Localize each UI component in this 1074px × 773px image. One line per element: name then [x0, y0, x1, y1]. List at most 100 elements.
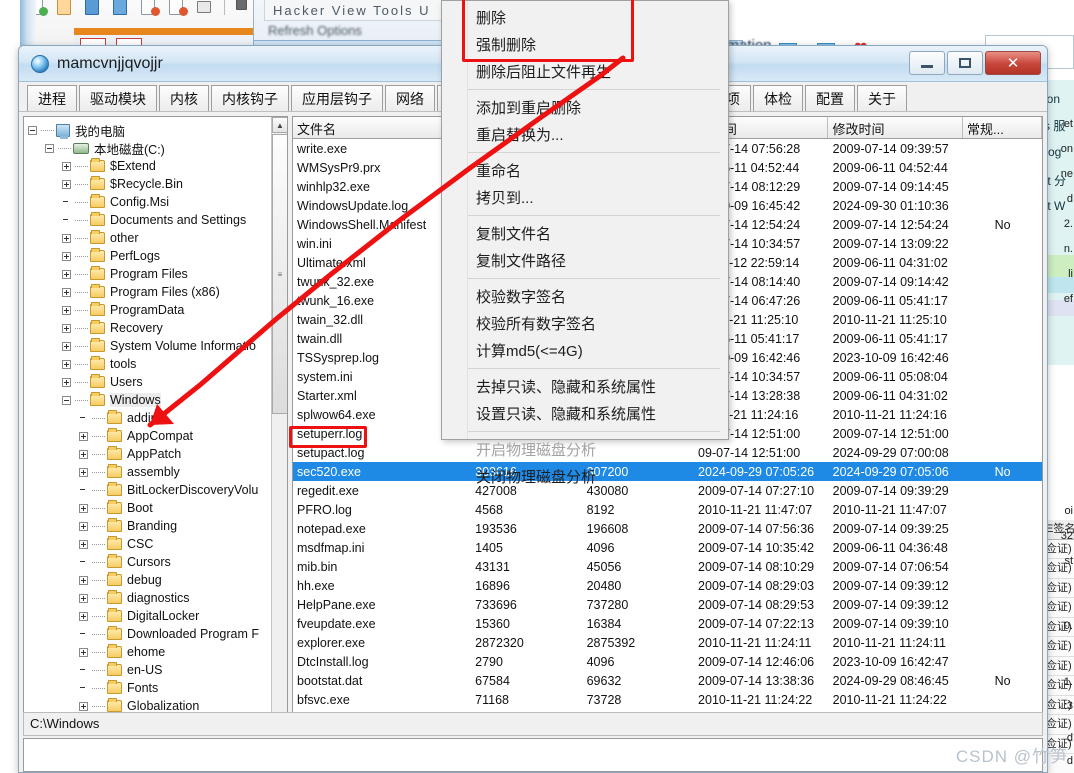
- tree-node-boot[interactable]: Boot: [28, 499, 271, 517]
- tree-node-system-volume-informatio[interactable]: System Volume Informatio: [28, 337, 271, 355]
- tree-node-digitallocker[interactable]: DigitalLocker: [28, 607, 271, 625]
- window-controls[interactable]: ✕: [909, 51, 1041, 75]
- tree-node--extend[interactable]: $Extend: [28, 157, 271, 175]
- expand-icon[interactable]: [62, 323, 71, 333]
- expand-icon[interactable]: [62, 179, 71, 189]
- expand-icon[interactable]: [62, 233, 71, 243]
- tree-node-debug[interactable]: debug: [28, 571, 271, 589]
- tree-node-ehome[interactable]: ehome: [28, 643, 271, 661]
- tree-node-recovery[interactable]: Recovery: [28, 319, 271, 337]
- tree-node-other[interactable]: other: [28, 229, 271, 247]
- tree-node-appcompat[interactable]: AppCompat: [28, 427, 271, 445]
- maximize-button[interactable]: [947, 51, 983, 75]
- process-hacker-toolbar[interactable]: Refresh Options: [264, 23, 362, 38]
- expand-icon[interactable]: [79, 449, 88, 459]
- expand-icon[interactable]: [79, 701, 88, 711]
- context-menu-item-删除后阻止文件再生[interactable]: 删除后阻止文件再生: [442, 58, 728, 85]
- tab-network[interactable]: 网络: [385, 85, 435, 111]
- expand-icon[interactable]: [79, 647, 88, 657]
- expand-icon[interactable]: [79, 431, 88, 441]
- tree-node-program-files[interactable]: Program Files: [28, 265, 271, 283]
- expand-icon[interactable]: [79, 539, 88, 549]
- table-row[interactable]: mib.bin 43131 45056 2009-07-14 08:10:29 2009…: [293, 557, 1042, 576]
- table-row[interactable]: DtcInstall.log 2790 4096 2009-07-14 12:46:0…: [293, 652, 1042, 671]
- save-all-icon[interactable]: [109, 0, 133, 17]
- collapse-icon[interactable]: [62, 395, 71, 405]
- cert-grid-row[interactable]: 佥证): [1045, 579, 1074, 598]
- context-menu-item-添加到重启删除[interactable]: 添加到重启删除: [442, 94, 728, 121]
- context-menu-item-设置只读隐藏和系统属性[interactable]: 设置只读、隐藏和系统属性: [442, 400, 728, 427]
- expand-icon[interactable]: [62, 359, 71, 369]
- tree-node-programdata[interactable]: ProgramData: [28, 301, 271, 319]
- close-button[interactable]: ✕: [985, 51, 1041, 75]
- save-file-icon[interactable]: [81, 0, 105, 17]
- tree-node-apppatch[interactable]: AppPatch: [28, 445, 271, 463]
- context-menu-item-复制文件路径[interactable]: 复制文件路径: [442, 247, 728, 274]
- expand-icon[interactable]: [79, 521, 88, 531]
- table-row[interactable]: HelpPane.exe 733696 737280 2009-07-14 08:29…: [293, 595, 1042, 614]
- table-row[interactable]: bootstat.dat 67584 69632 2009-07-14 13:38:3…: [293, 671, 1042, 690]
- process-hacker-menu-bar[interactable]: Hacker View Tools U: [264, 0, 468, 21]
- tab-driver-modules[interactable]: 驱动模块: [79, 85, 157, 111]
- tree-node-bitlockerdiscoveryvolu[interactable]: BitLockerDiscoveryVolu: [28, 481, 271, 499]
- tree-node-windows[interactable]: Windows: [28, 391, 271, 409]
- column-header-modified[interactable]: 修改时间: [828, 117, 963, 138]
- table-row[interactable]: explorer.exe 2872320 2875392 2010-11-21 11:…: [293, 633, 1042, 652]
- tree-node-cursors[interactable]: Cursors: [28, 553, 271, 571]
- table-row[interactable]: bfsvc.exe 71168 73728 2010-11-21 11:24:22 20…: [293, 690, 1042, 709]
- tab-processes[interactable]: 进程: [27, 85, 77, 111]
- context-menu-item-删除[interactable]: 删除: [442, 4, 728, 31]
- collapse-icon[interactable]: [45, 143, 54, 153]
- tab-about[interactable]: 关于: [857, 85, 907, 111]
- tab-usermode-hooks[interactable]: 应用层钩子: [291, 85, 383, 111]
- bottom-output-box[interactable]: [23, 738, 1043, 772]
- expand-icon[interactable]: [62, 251, 71, 261]
- context-menu-item-重启替换为[interactable]: 重启替换为...: [442, 121, 728, 148]
- tree-node-perflogs[interactable]: PerfLogs: [28, 247, 271, 265]
- context-menu-item-去掉只读隐藏和系统属性[interactable]: 去掉只读、隐藏和系统属性: [442, 373, 728, 400]
- context-menu-item-重命名[interactable]: 重命名: [442, 157, 728, 184]
- tree-node-csc[interactable]: CSC: [28, 535, 271, 553]
- context-menu-item-强制删除[interactable]: 强制删除: [442, 31, 728, 58]
- folder-tree-panel[interactable]: 我的电脑 本地磁盘(C:) $Extend $Recycle.Bin Config.Ms…: [23, 116, 288, 734]
- tree-node-my-computer[interactable]: 我的电脑: [28, 121, 271, 139]
- collapse-icon[interactable]: [28, 125, 37, 135]
- expand-icon[interactable]: [62, 377, 71, 387]
- tree-node-en-us[interactable]: en-US: [28, 661, 271, 679]
- cert-grid-row[interactable]: 佥证): [1045, 637, 1074, 657]
- cert-grid-row[interactable]: 佥证): [1045, 657, 1074, 676]
- tree-node-diagnostics[interactable]: diagnostics: [28, 589, 271, 607]
- expand-icon[interactable]: [62, 287, 71, 297]
- close-file-icon[interactable]: [137, 0, 161, 17]
- context-menu-item-校验数字签名[interactable]: 校验数字签名: [442, 283, 728, 310]
- expand-icon[interactable]: [79, 575, 88, 585]
- expand-icon[interactable]: [62, 269, 71, 279]
- tree-node-downloaded-program-f[interactable]: Downloaded Program F: [28, 625, 271, 643]
- open-file-icon[interactable]: [53, 0, 77, 17]
- tree-node-tools[interactable]: tools: [28, 355, 271, 373]
- editor-toolbar[interactable]: [25, 0, 256, 17]
- context-menu-item-计算md54G[interactable]: 计算md5(<=4G): [442, 337, 728, 364]
- context-menu-item-复制文件名[interactable]: 复制文件名: [442, 220, 728, 247]
- tree-node-addins[interactable]: addins: [28, 409, 271, 427]
- tree-node-program-files-x86-[interactable]: Program Files (x86): [28, 283, 271, 301]
- tree-node-assembly[interactable]: assembly: [28, 463, 271, 481]
- context-menu-item-校验所有数字签名[interactable]: 校验所有数字签名: [442, 310, 728, 337]
- close-all-icon[interactable]: [165, 0, 189, 17]
- tab-config[interactable]: 配置: [805, 85, 855, 111]
- expand-icon[interactable]: [62, 161, 71, 171]
- table-row[interactable]: fveupdate.exe 15360 16384 2009-07-14 07:22:…: [293, 614, 1042, 633]
- tree-node-documents-and-settings[interactable]: Documents and Settings: [28, 211, 271, 229]
- expand-icon[interactable]: [62, 341, 71, 351]
- tree-scroll-thumb[interactable]: ≡: [272, 134, 287, 414]
- expand-icon[interactable]: [79, 611, 88, 621]
- tab-kernel[interactable]: 内核: [159, 85, 209, 111]
- file-context-menu[interactable]: 删除 强制删除 删除后阻止文件再生 添加到重启删除 重启替换为... 重命名 拷贝到... 复…: [441, 0, 729, 486]
- context-menu-item-拷贝到[interactable]: 拷贝到...: [442, 184, 728, 211]
- expand-icon[interactable]: [79, 503, 88, 513]
- table-row[interactable]: hh.exe 16896 20480 2009-07-14 08:29:03 2009-…: [293, 576, 1042, 595]
- folder-tree[interactable]: 我的电脑 本地磁盘(C:) $Extend $Recycle.Bin Config.Ms…: [24, 117, 271, 733]
- column-header-regular[interactable]: 常规...: [963, 117, 1042, 138]
- tree-node-config-msi[interactable]: Config.Msi: [28, 193, 271, 211]
- expand-icon[interactable]: [79, 467, 88, 477]
